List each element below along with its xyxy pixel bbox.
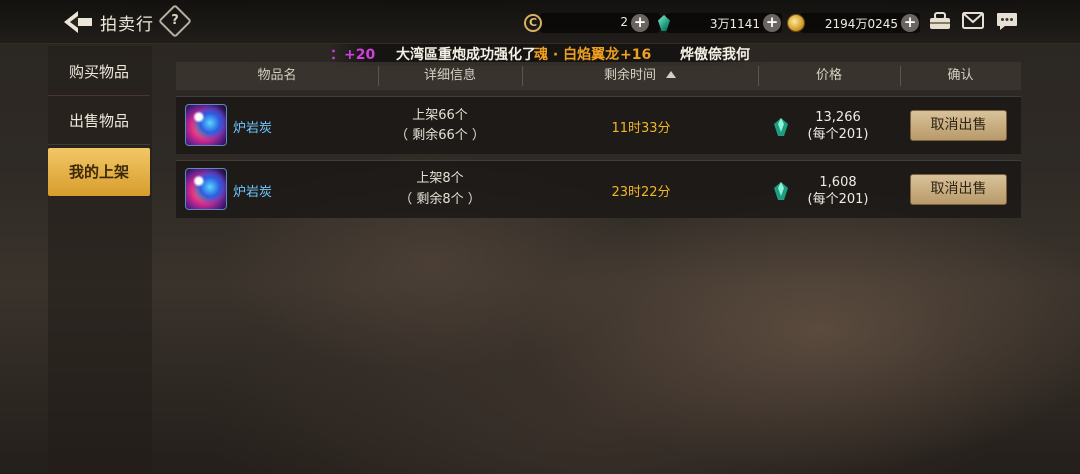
- green-gem-icon: [774, 118, 788, 136]
- add-gem-button[interactable]: +: [763, 14, 781, 32]
- chat-icon[interactable]: [996, 12, 1018, 32]
- column-item-name: 物品名: [257, 68, 297, 83]
- bag-icon[interactable]: [929, 12, 951, 30]
- add-gold-button[interactable]: +: [901, 14, 919, 32]
- lava-coal-item-icon[interactable]: [185, 168, 227, 210]
- item-name[interactable]: 炉岩炭: [233, 181, 272, 200]
- sidebar-item-buy[interactable]: 购买物品: [48, 48, 150, 96]
- cancel-sale-button[interactable]: 取消出售: [910, 110, 1007, 141]
- mail-icon[interactable]: [962, 12, 984, 29]
- add-c-token-button[interactable]: +: [631, 14, 649, 32]
- lava-coal-item-icon[interactable]: [185, 104, 227, 146]
- column-remaining-time[interactable]: 剩余时间: [522, 62, 758, 90]
- cancel-sale-button[interactable]: 取消出售: [910, 174, 1007, 205]
- total-price: 13,266: [815, 110, 861, 125]
- back-arrow-icon[interactable]: [62, 8, 94, 36]
- sort-ascending-icon: [666, 71, 676, 78]
- remaining-quantity: （ 剩余8个 ）: [399, 192, 481, 207]
- column-remaining-time-label: 剩余时间: [603, 68, 656, 83]
- gold-coin-icon: [787, 14, 805, 32]
- column-details: 详细信息: [423, 68, 476, 83]
- table-row: 炉岩炭 上架8个 （ 剩余8个 ） 23时22分 1,608 (每个201) 取…: [176, 160, 1021, 218]
- green-gem-icon: [774, 182, 788, 200]
- help-icon[interactable]: ?: [158, 4, 192, 38]
- column-confirm: 确认: [947, 68, 974, 83]
- total-price: 1,608: [819, 175, 857, 190]
- remaining-quantity: （ 剩余66个 ）: [395, 128, 485, 143]
- page-title: 拍卖行: [100, 15, 154, 35]
- table-header: 物品名 详细信息 剩余时间 价格 确认: [176, 62, 1021, 90]
- unit-price: (每个201): [807, 127, 869, 142]
- top-bar: 拍卖行 ? C 2 + 3万1141 + 2194万0245 +: [0, 0, 1080, 44]
- help-symbol: ?: [171, 13, 179, 28]
- c-token-icon: C: [524, 14, 542, 32]
- sidebar: 购买物品 出售物品 我的上架: [48, 46, 152, 474]
- sidebar-item-my-listings[interactable]: 我的上架: [48, 148, 150, 196]
- listed-quantity: 上架8个: [416, 171, 464, 186]
- column-price: 价格: [815, 68, 842, 83]
- remaining-time: 11时33分: [611, 121, 671, 136]
- unit-price: (每个201): [807, 192, 869, 207]
- currency-gem-value: 3万1141: [709, 17, 760, 31]
- listed-quantity: 上架66个: [412, 108, 468, 123]
- table-row: 炉岩炭 上架66个 （ 剩余66个 ） 11时33分 13,266 (每个201…: [176, 96, 1021, 154]
- currency-gold-value: 2194万0245: [824, 17, 898, 31]
- item-name[interactable]: 炉岩炭: [233, 117, 272, 136]
- remaining-time: 23时22分: [611, 185, 671, 200]
- sidebar-item-sell[interactable]: 出售物品: [48, 97, 150, 145]
- currency-c-value: 2: [620, 15, 628, 29]
